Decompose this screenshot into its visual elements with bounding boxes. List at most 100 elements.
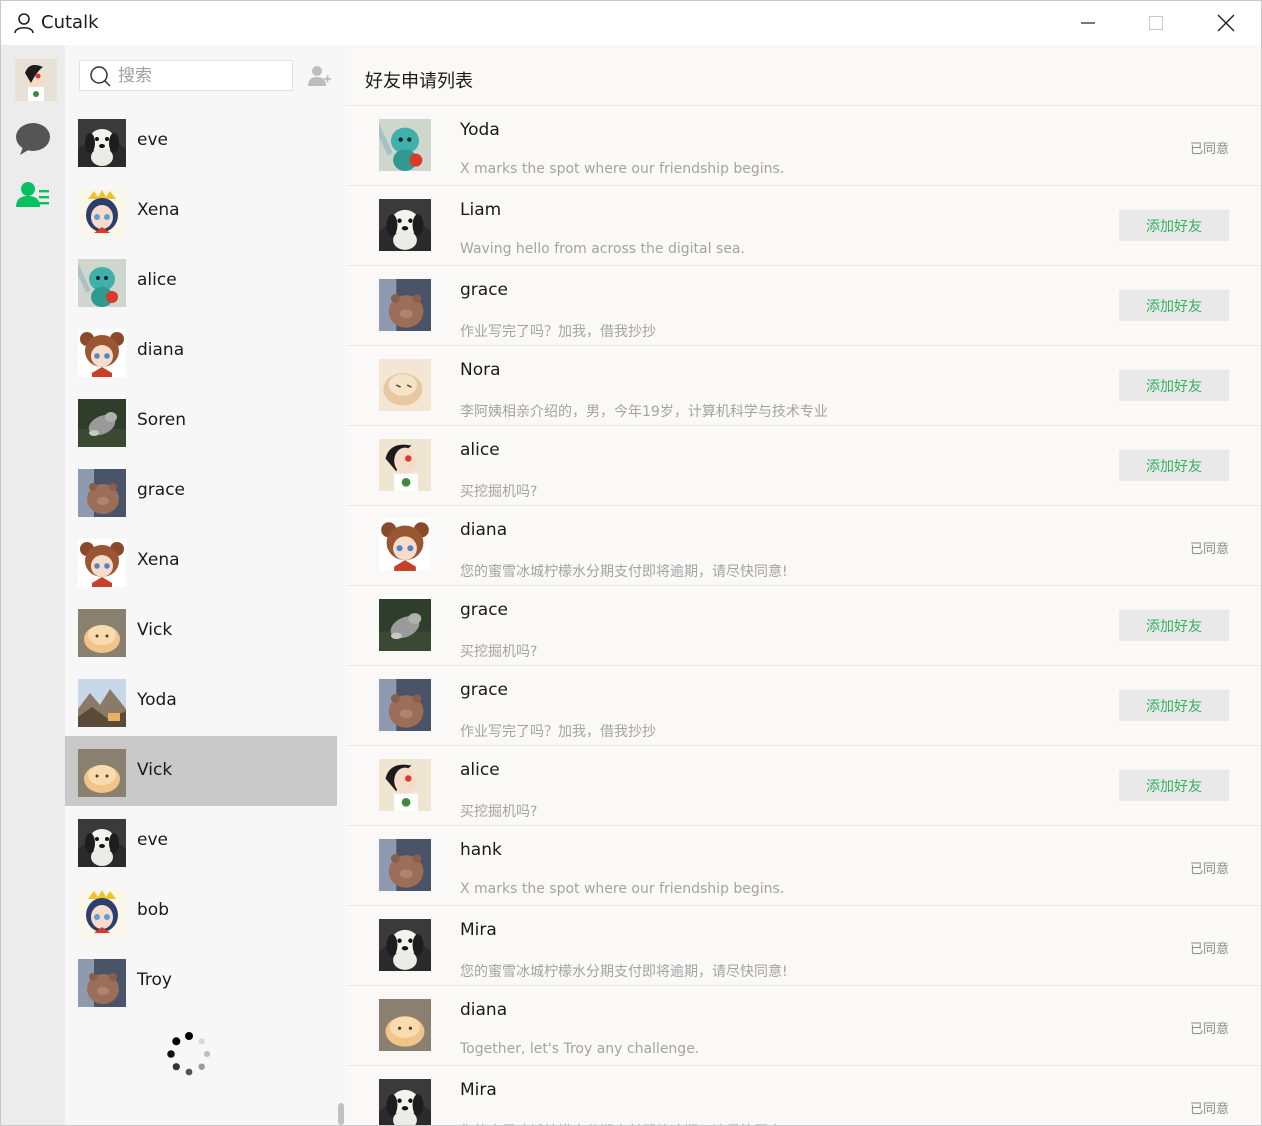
contact-avatar — [78, 329, 126, 377]
contact-item[interactable]: eve — [65, 806, 337, 876]
contact-name: Vick — [137, 620, 173, 640]
contact-avatar — [78, 469, 126, 517]
agreed-status: 已同意 — [1189, 542, 1229, 557]
friend-request-row: alice 买挖掘机吗? 添加好友 — [347, 746, 1261, 826]
contact-name: grace — [137, 480, 186, 500]
agreed-status: 已同意 — [1189, 1022, 1229, 1037]
contact-item[interactable]: Yoda — [65, 666, 337, 736]
request-avatar — [379, 199, 431, 251]
request-message: 李阿姨相亲介绍的，男，今年19岁，计算机科学与技术专业 — [460, 404, 828, 420]
app-title: Cutalk — [41, 12, 99, 33]
request-message: Waving hello from across the digital sea… — [460, 241, 745, 257]
page-title: 好友申请列表 — [365, 71, 473, 92]
add-friend-button[interactable]: 添加好友 — [1119, 370, 1229, 401]
friend-request-row: Liam Waving hello from across the digital… — [347, 186, 1261, 266]
friend-request-row: Mira 您的蜜雪冰城柠檬水分期支付即将逾期，请尽快同意! 已同意 — [347, 1066, 1261, 1125]
request-list: Yoda X marks the spot where our friendshi… — [345, 106, 1261, 1125]
request-name: Liam — [460, 200, 502, 220]
request-message: 您的蜜雪冰城柠檬水分期支付即将逾期，请尽快同意! — [460, 964, 788, 980]
maximize-button[interactable] — [1121, 1, 1191, 45]
contact-avatar — [78, 609, 126, 657]
contact-avatar — [78, 749, 126, 797]
chat-bubble-icon[interactable] — [15, 121, 51, 157]
request-name: Nora — [460, 360, 501, 380]
add-friend-button[interactable]: 添加好友 — [1119, 450, 1229, 481]
contact-avatar — [78, 259, 126, 307]
contact-item[interactable]: grace — [65, 456, 337, 526]
contact-item[interactable]: eve — [65, 106, 337, 176]
request-avatar — [379, 839, 431, 891]
contact-item[interactable]: bob — [65, 876, 337, 946]
request-avatar — [379, 519, 431, 571]
contact-avatar — [78, 189, 126, 237]
request-message: 买挖掘机吗? — [460, 484, 538, 500]
contact-item[interactable]: Soren — [65, 386, 337, 456]
agreed-status: 已同意 — [1189, 942, 1229, 957]
add-friend-button[interactable]: 添加好友 — [1119, 770, 1229, 801]
agreed-status: 已同意 — [1189, 1102, 1229, 1117]
request-name: Mira — [460, 920, 497, 940]
add-friend-button[interactable]: 添加好友 — [1119, 610, 1229, 641]
friend-request-row: hank X marks the spot where our friendshi… — [347, 826, 1261, 906]
contact-item[interactable]: Troy — [65, 946, 337, 1016]
add-friend-button[interactable]: 添加好友 — [1119, 690, 1229, 721]
friend-request-row: Nora 李阿姨相亲介绍的，男，今年19岁，计算机科学与技术专业 添加好友 — [347, 346, 1261, 426]
contact-item[interactable]: Xena — [65, 526, 337, 596]
request-name: diana — [460, 1000, 508, 1020]
contact-name: Vick — [137, 760, 173, 780]
search-icon — [89, 65, 111, 87]
main-pane: 好友申请列表 Yoda X marks the spot where our fr… — [345, 45, 1261, 1125]
nav-rail — [1, 45, 65, 1125]
contact-item[interactable]: Vick — [65, 736, 337, 806]
contact-name: Xena — [137, 200, 180, 220]
contact-list: eve Xena alice diana Soren grace Xena Vick Yoda V… — [65, 106, 337, 1016]
contact-panel: eve Xena alice diana Soren grace Xena Vick Yoda V… — [65, 45, 345, 1125]
close-button[interactable] — [1191, 1, 1261, 45]
request-avatar — [379, 999, 431, 1051]
my-avatar[interactable] — [15, 59, 57, 101]
request-name: alice — [460, 760, 500, 780]
friend-request-row: diana 您的蜜雪冰城柠檬水分期支付即将逾期，请尽快同意! 已同意 — [347, 506, 1261, 586]
contact-avatar — [78, 889, 126, 937]
friend-request-row: Mira 您的蜜雪冰城柠檬水分期支付即将逾期，请尽快同意! 已同意 — [347, 906, 1261, 986]
contact-name: Xena — [137, 550, 180, 570]
contact-name: Yoda — [137, 690, 177, 710]
request-avatar — [379, 759, 431, 811]
friend-request-row: grace 作业写完了吗？加我，借我抄抄 添加好友 — [347, 266, 1261, 346]
contact-name: eve — [137, 830, 168, 850]
friend-request-row: grace 买挖掘机吗? 添加好友 — [347, 586, 1261, 666]
title-bar: Cutalk — [1, 1, 1261, 45]
contact-item[interactable]: Xena — [65, 176, 337, 246]
request-name: hank — [460, 840, 502, 860]
add-user-icon[interactable] — [307, 65, 331, 87]
contact-item[interactable]: alice — [65, 246, 337, 316]
request-name: grace — [460, 600, 509, 620]
search-box[interactable] — [79, 60, 293, 91]
request-name: Mira — [460, 1080, 497, 1100]
request-message: 作业写完了吗？加我，借我抄抄 — [460, 724, 656, 740]
contact-avatar — [78, 399, 126, 447]
request-avatar — [379, 359, 431, 411]
request-avatar — [379, 279, 431, 331]
contact-item[interactable]: diana — [65, 316, 337, 386]
contact-avatar — [78, 819, 126, 867]
add-friend-button[interactable]: 添加好友 — [1119, 210, 1229, 241]
contact-avatar — [78, 959, 126, 1007]
request-name: diana — [460, 520, 508, 540]
add-friend-button[interactable]: 添加好友 — [1119, 290, 1229, 321]
scrollbar[interactable] — [338, 1103, 344, 1125]
minimize-button[interactable] — [1053, 1, 1123, 45]
request-avatar — [379, 119, 431, 171]
contact-avatar — [78, 119, 126, 167]
contacts-list-icon[interactable] — [15, 179, 51, 215]
request-name: Yoda — [460, 120, 500, 140]
search-input[interactable] — [118, 63, 288, 89]
user-outline-icon — [13, 12, 35, 34]
contact-name: bob — [137, 900, 169, 920]
request-message: 作业写完了吗？加我，借我抄抄 — [460, 324, 656, 340]
request-avatar — [379, 439, 431, 491]
request-avatar — [379, 599, 431, 651]
contact-item[interactable]: Vick — [65, 596, 337, 666]
contact-name: Troy — [137, 970, 172, 990]
request-name: grace — [460, 280, 509, 300]
